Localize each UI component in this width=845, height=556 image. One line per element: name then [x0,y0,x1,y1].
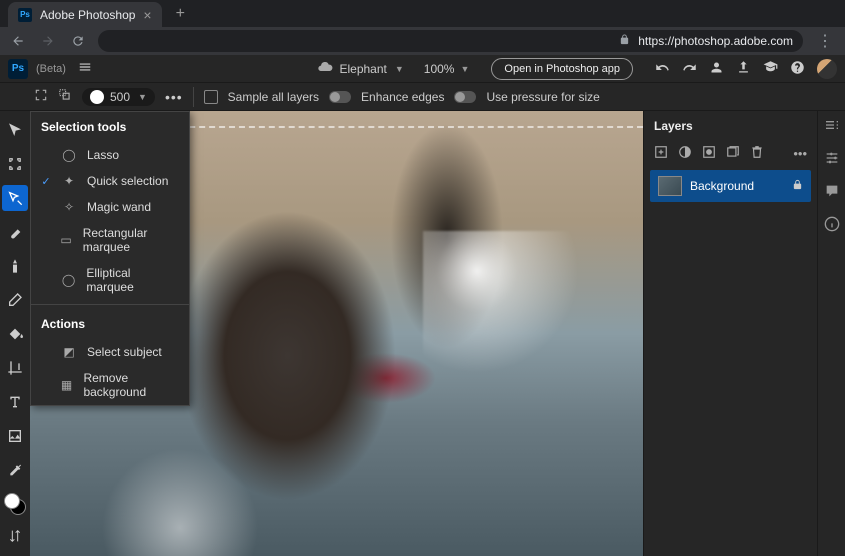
hamburger-icon[interactable] [78,60,92,77]
rect-marquee-item[interactable]: ▭Rectangular marquee [31,220,189,260]
adjustment-layer-icon[interactable] [678,145,692,162]
delete-layer-icon[interactable] [750,145,764,162]
selection-tools-flyout: Selection tools ◯Lasso ✓✦Quick selection… [30,111,190,406]
actions-title: Actions [31,309,189,339]
zoom-level[interactable]: 100% [424,62,455,76]
tab-title: Adobe Photoshop [40,8,135,22]
avatar[interactable] [817,59,837,79]
fill-tool[interactable] [2,321,28,347]
layer-name: Background [690,179,754,193]
checkbox[interactable] [204,90,218,104]
quick-select-icon: ✦ [61,174,77,188]
sample-all-label: Sample all layers [228,90,319,104]
open-in-app-button[interactable]: Open in Photoshop app [491,58,633,80]
rect-marquee-icon: ▭ [59,233,72,247]
browser-menu-icon[interactable]: ⋮ [813,31,837,51]
panel-menu-icon[interactable]: ••• [793,146,807,161]
water-splash-decoration [70,416,290,556]
remove-bg-icon: ▦ [60,378,74,392]
brush-size-control[interactable]: 500 ▼ [82,88,155,106]
brush-tool[interactable] [2,219,28,245]
canvas[interactable]: Selection tools ◯Lasso ✓✦Quick selection… [30,111,643,556]
flyout-title: Selection tools [31,112,189,142]
place-tool[interactable] [2,423,28,449]
move-tool[interactable] [2,117,28,143]
crop-tool[interactable] [2,355,28,381]
lock-icon[interactable] [792,179,803,193]
app-logo-icon[interactable]: Ps [8,59,28,79]
ellipse-marquee-item[interactable]: ◯Elliptical marquee [31,260,189,300]
tools-panel [0,111,30,556]
browser-tab[interactable]: Ps Adobe Photoshop × [8,2,162,27]
select-subject-action[interactable]: ◩Select subject [31,339,189,365]
layer-thumbnail [658,176,682,196]
chevron-down-icon: ▼ [138,92,147,102]
chevron-down-icon[interactable]: ▼ [395,64,404,74]
chevron-down-icon[interactable]: ▼ [460,64,469,74]
reload-icon[interactable] [68,34,88,48]
background-layer[interactable]: Background [650,170,811,202]
layers-panel-title: Layers [644,111,817,141]
address-bar[interactable]: https://photoshop.adobe.com [98,30,803,52]
group-icon[interactable] [726,145,740,162]
back-icon[interactable] [8,34,28,48]
subtract-selection-icon[interactable] [58,88,72,105]
wand-icon: ✧ [61,200,77,214]
check-icon: ✓ [41,175,51,188]
enhance-label: Enhance edges [361,90,444,104]
favicon-icon: Ps [18,8,32,22]
learn-icon[interactable] [763,60,778,78]
lasso-tool-item[interactable]: ◯Lasso [31,142,189,168]
swap-colors-icon[interactable] [2,523,28,549]
document-name[interactable]: Elephant [339,62,386,76]
forward-icon[interactable] [38,34,58,48]
right-rail [817,111,845,556]
eraser-tool[interactable] [2,287,28,313]
properties-icon[interactable] [824,117,840,138]
pressure-toggle[interactable] [454,91,476,103]
add-selection-icon[interactable] [34,88,48,105]
user-icon[interactable] [709,60,724,78]
remove-background-action[interactable]: ▦Remove background [31,365,189,405]
more-options-icon[interactable]: ••• [165,89,183,105]
select-subject-icon: ◩ [61,345,77,359]
transform-tool[interactable] [2,151,28,177]
lock-icon [619,34,630,48]
enhance-edges-toggle[interactable] [329,91,351,103]
brush-size-value: 500 [110,90,130,104]
clone-tool[interactable] [2,253,28,279]
quick-selection-tool[interactable] [2,185,28,211]
beta-label: (Beta) [36,63,66,75]
ellipse-marquee-icon: ◯ [61,273,77,287]
add-layer-icon[interactable] [654,145,668,162]
type-tool[interactable] [2,389,28,415]
pressure-label: Use pressure for size [486,90,599,104]
quick-selection-item[interactable]: ✓✦Quick selection [31,168,189,194]
brush-preview-icon [90,90,104,104]
close-tab-icon[interactable]: × [143,7,151,23]
cloud-icon [317,59,333,78]
undo-icon[interactable] [655,60,670,78]
new-tab-button[interactable]: + [172,1,189,27]
share-icon[interactable] [736,60,751,78]
water-splash-decoration [423,231,603,431]
info-icon[interactable] [824,216,840,237]
help-icon[interactable] [790,60,805,78]
url-text: https://photoshop.adobe.com [638,34,793,48]
layers-panel: Layers ••• Background [643,111,817,556]
lasso-icon: ◯ [61,148,77,162]
magic-wand-item[interactable]: ✧Magic wand [31,194,189,220]
redo-icon[interactable] [682,60,697,78]
color-swatches[interactable] [4,493,26,515]
mask-icon[interactable] [702,145,716,162]
eyedropper-tool[interactable] [2,457,28,483]
adjustments-icon[interactable] [824,150,840,171]
comments-icon[interactable] [824,183,840,204]
